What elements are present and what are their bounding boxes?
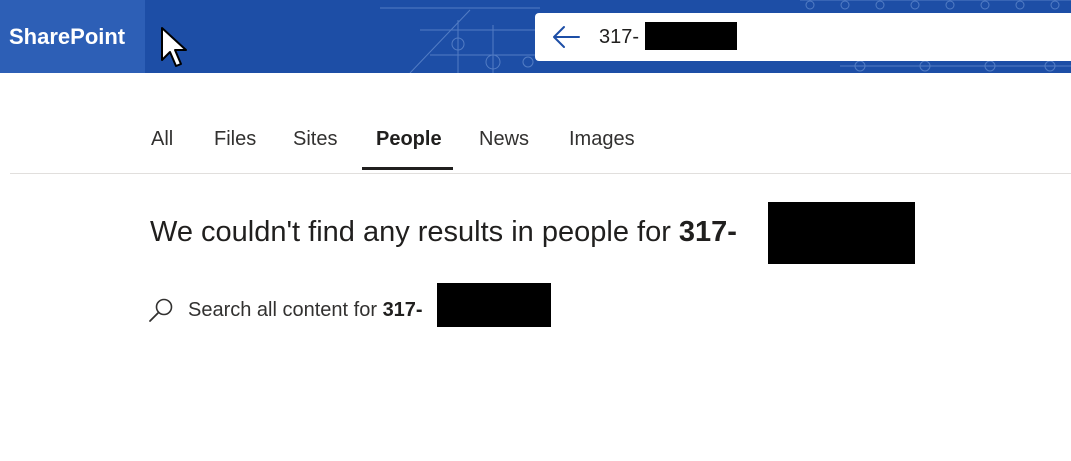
search-all-query[interactable]: 317- (383, 299, 423, 321)
no-results-query: 317- (678, 216, 737, 248)
search-all-text[interactable]: Search all content for (188, 299, 383, 321)
search-box[interactable]: 317- (535, 13, 1071, 61)
redaction-box (768, 202, 915, 264)
redaction-box (437, 283, 551, 327)
tab-news[interactable]: News (479, 128, 529, 151)
search-all-content-link[interactable]: Search all content for 317- (148, 296, 423, 324)
result-tabs: All Files Sites People News Images (0, 118, 1071, 173)
no-results-message: We couldn't find any results in people f… (150, 216, 737, 249)
mouse-pointer-icon (161, 27, 187, 67)
search-all-label[interactable]: Search all content for 317- (188, 299, 423, 322)
search-icon (149, 298, 173, 322)
tab-all[interactable]: All (151, 128, 173, 151)
active-tab-indicator (362, 167, 453, 170)
brand-tile[interactable]: SharePoint (0, 0, 145, 73)
redaction-box (645, 22, 737, 50)
tab-sites[interactable]: Sites (293, 128, 337, 151)
search-input[interactable]: 317- (599, 26, 639, 49)
back-arrow-icon[interactable] (551, 25, 581, 49)
tabs-divider (10, 173, 1071, 174)
brand-name[interactable]: SharePoint (9, 24, 125, 50)
no-results-text: We couldn't find any results in people f… (150, 216, 679, 248)
tab-files[interactable]: Files (214, 128, 256, 151)
tab-images[interactable]: Images (569, 128, 635, 151)
tab-people[interactable]: People (376, 128, 442, 151)
